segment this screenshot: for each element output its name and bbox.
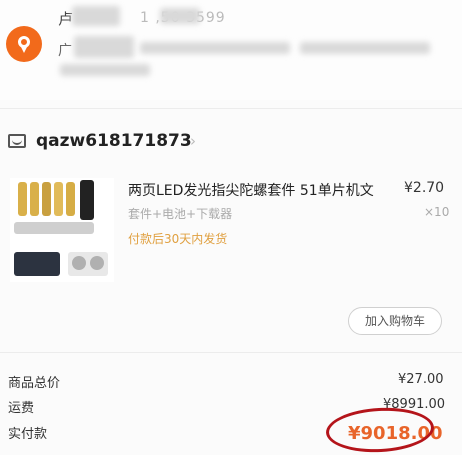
- divider: [0, 108, 462, 109]
- shipping-label: 运费: [8, 401, 35, 416]
- add-to-cart-button[interactable]: 加入购物车: [348, 307, 442, 335]
- chevron-right-icon[interactable]: ›: [190, 132, 196, 150]
- product-price: ¥2.70: [404, 180, 445, 196]
- goods-total-label: 商品总价: [8, 376, 61, 391]
- location-pin-icon: [6, 26, 42, 62]
- delivery-note: 付款后30天内发货: [128, 232, 228, 246]
- recipient-name: 卢: [58, 10, 74, 28]
- highlight-circle: [324, 405, 436, 455]
- product-quantity: ×10: [424, 205, 450, 219]
- address-line: 广: [58, 43, 72, 59]
- paid-label: 实付款: [8, 427, 48, 442]
- divider: [0, 352, 462, 353]
- address-card[interactable]: 卢 1 ,50 3599 广: [0, 0, 462, 100]
- shop-icon: [8, 134, 26, 148]
- product-image[interactable]: [10, 178, 114, 282]
- goods-total-value: ¥27.00: [398, 372, 444, 387]
- product-spec: 套件+电池+下载器: [128, 207, 233, 221]
- shop-name[interactable]: qazw618171873: [36, 131, 192, 151]
- product-title[interactable]: 两页LED发光指尖陀螺套件 51单片机文: [128, 180, 374, 200]
